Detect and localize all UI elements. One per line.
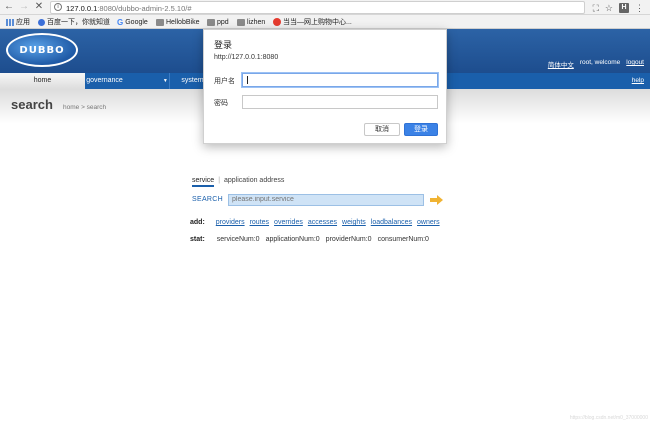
extension-icon[interactable]: H (619, 3, 629, 13)
add-overrides-link[interactable]: overrides (274, 219, 303, 226)
folder-icon (237, 18, 245, 26)
google-icon: G (117, 17, 124, 27)
add-routes-link[interactable]: routes (250, 219, 269, 226)
logout-link[interactable]: logout (626, 59, 644, 69)
login-button[interactable]: 登录 (404, 123, 438, 136)
watermark: https://blog.csdn.net/m0_37000000 (569, 415, 648, 421)
arrow-right-icon[interactable] (430, 194, 444, 205)
password-field[interactable] (242, 95, 438, 109)
add-accesses-link[interactable]: accesses (308, 219, 337, 226)
bookmark-lizhen[interactable]: lizhen (237, 17, 265, 27)
stat-consumer-num: consumerNum:0 (377, 236, 429, 243)
header-links: 简体中文 root, welcome logout (548, 59, 644, 69)
bookmarks-bar: 应用 百度一下，你就知道 G Google HellobBike ppd lizh… (0, 15, 650, 29)
bookmark-baidu[interactable]: 百度一下，你就知道 (38, 17, 110, 27)
baidu-icon (38, 18, 45, 26)
address-bar[interactable]: i 127.0.0.1:8080/dubbo-admin-2.5.10/# (50, 1, 585, 14)
stop-icon[interactable]: ✕ (33, 1, 45, 13)
url-text: 127.0.0.1:8080/dubbo-admin-2.5.10/# (66, 4, 192, 13)
logo-text: DUBBO (19, 45, 65, 56)
language-link[interactable]: 简体中文 (548, 59, 574, 69)
add-links: add: providers routes overrides accesses… (190, 219, 440, 226)
username-label: 用户名 (214, 78, 235, 85)
add-label: add: (190, 219, 205, 226)
search-input[interactable] (228, 193, 424, 206)
add-loadbalances-link[interactable]: loadbalances (371, 219, 412, 226)
dialog-title: 登录 (214, 40, 233, 50)
bookmark-google[interactable]: G Google (117, 17, 148, 27)
folder-icon (207, 18, 215, 26)
stat-provider-num: providerNum:0 (325, 236, 372, 243)
nav-home[interactable]: home (0, 73, 85, 89)
search-row: SEARCH (192, 193, 444, 206)
add-weights-link[interactable]: weights (342, 219, 366, 226)
dialog-url: http://127.0.0.1:8080 (214, 54, 279, 61)
dubbo-logo: DUBBO (6, 33, 78, 67)
tab-service[interactable]: service (192, 177, 215, 187)
tab-separator: | (218, 177, 221, 184)
cancel-button[interactable]: 取消 (364, 123, 400, 136)
breadcrumb: home > search (63, 104, 107, 111)
tab-application-address[interactable]: application address (224, 177, 284, 187)
user-welcome: root, welcome (579, 59, 621, 66)
nav-help[interactable]: help (632, 73, 644, 89)
password-label: 密码 (214, 100, 228, 107)
text-cursor (247, 76, 248, 84)
star-icon[interactable]: ☆ (605, 3, 613, 13)
search-label: SEARCH (192, 196, 223, 203)
login-dialog: 登录 http://127.0.0.1:8080 用户名 密码 取消 登录 (203, 29, 447, 144)
chevron-down-icon: ▼ (162, 78, 168, 84)
apps-icon (6, 18, 14, 26)
bookmark-dangdang[interactable]: 当当—网上购物中心... (273, 17, 352, 27)
username-field[interactable] (242, 73, 438, 87)
menu-icon[interactable]: ⋮ (635, 3, 644, 13)
page-title: search (11, 97, 53, 112)
browser-toolbar: ← → ✕ i 127.0.0.1:8080/dubbo-admin-2.5.1… (0, 0, 650, 15)
search-tabs: service | application address (192, 177, 284, 187)
translate-icon[interactable]: ⛶ (593, 3, 599, 13)
back-icon[interactable]: ← (3, 1, 15, 13)
forward-icon[interactable]: → (18, 1, 30, 13)
nav-governance-label: governance (86, 77, 123, 84)
stat-application-num: applicationNum:0 (265, 236, 320, 243)
dangdang-icon (273, 18, 281, 26)
browser-actions: ⛶ ☆ H ⋮ (593, 2, 644, 14)
bookmark-hellobike[interactable]: HellobBike (156, 17, 199, 27)
stat-label: stat: (190, 236, 205, 243)
add-owners-link[interactable]: owners (417, 219, 440, 226)
add-providers-link[interactable]: providers (216, 219, 245, 226)
bookmark-apps[interactable]: 应用 (6, 17, 30, 27)
nav-governance[interactable]: governance ▼ (85, 73, 170, 89)
info-icon[interactable]: i (54, 3, 62, 11)
stat-service-num: serviceNum:0 (216, 236, 260, 243)
stat-row: stat: serviceNum:0 applicationNum:0 prov… (190, 236, 429, 243)
bookmark-ppd[interactable]: ppd (207, 17, 229, 27)
folder-icon (156, 18, 164, 26)
